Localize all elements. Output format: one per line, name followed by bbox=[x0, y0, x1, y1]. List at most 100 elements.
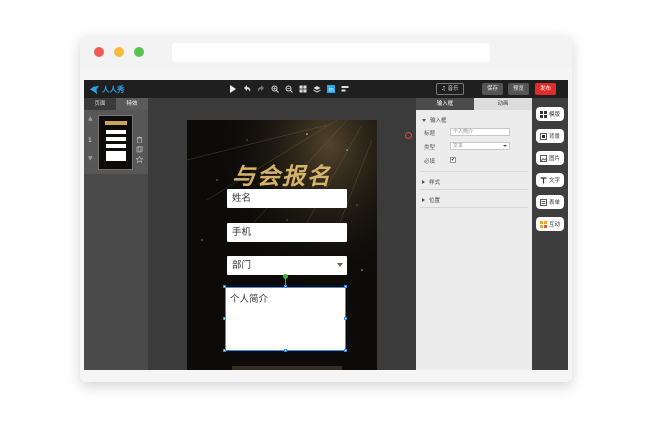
widget-text-label: 文字 bbox=[548, 178, 560, 184]
align-icon[interactable] bbox=[340, 84, 349, 94]
top-toolbar: 人人秀 in ♫ 音乐 保存 预览 发布 bbox=[84, 80, 568, 98]
resize-handle[interactable] bbox=[223, 285, 226, 288]
maximize-window-button[interactable] bbox=[134, 47, 144, 57]
move-down-icon[interactable]: ▼ bbox=[88, 156, 94, 162]
widget-form-label: 表单 bbox=[548, 200, 560, 206]
widget-image-button[interactable]: 图片 bbox=[536, 151, 564, 165]
intro-textarea[interactable]: 个人简介 bbox=[225, 287, 346, 351]
phone-field[interactable]: 手机 bbox=[227, 223, 347, 242]
minimize-window-button[interactable] bbox=[114, 47, 124, 57]
title-label: 标题 bbox=[424, 131, 436, 137]
undo-icon[interactable] bbox=[242, 84, 251, 94]
resize-handle[interactable] bbox=[344, 317, 347, 320]
template-icon bbox=[539, 110, 547, 118]
properties-panel: 输入框 动画 输入框 标题 个人简介 类型 文本 必填 ✔ 样式 位置 bbox=[416, 98, 532, 370]
page-item[interactable]: ▲ 1 ▼ bbox=[84, 110, 148, 174]
browser-window: 人人秀 in ♫ 音乐 保存 预览 发布 页面 特效 ▲ 1 ▼ 与会报名 姓名… bbox=[80, 36, 572, 382]
brand-icon[interactable]: in bbox=[326, 84, 335, 94]
form-icon bbox=[540, 198, 547, 206]
widget-background-button[interactable]: 背景 bbox=[536, 129, 564, 143]
logo-text: 人人秀 bbox=[102, 84, 125, 94]
poster-title[interactable]: 与会报名 bbox=[227, 157, 337, 191]
delete-page-icon[interactable] bbox=[136, 128, 143, 144]
zoom-out-icon[interactable] bbox=[284, 84, 293, 94]
close-window-button[interactable] bbox=[94, 47, 104, 57]
widget-interaction-label: 互动 bbox=[548, 222, 560, 228]
caret-right-icon bbox=[422, 198, 425, 202]
redo-icon[interactable] bbox=[256, 84, 265, 94]
required-label: 必填 bbox=[424, 159, 436, 165]
section-style-title: 样式 bbox=[429, 180, 441, 186]
poster-page[interactable]: 与会报名 姓名 手机 部门 个人简介 bbox=[187, 120, 377, 370]
rotate-handle[interactable] bbox=[283, 274, 288, 279]
section-input-header[interactable]: 输入框 bbox=[422, 116, 447, 124]
star-page-icon[interactable] bbox=[135, 148, 144, 164]
resize-handle[interactable] bbox=[223, 317, 226, 320]
interaction-icon bbox=[539, 220, 547, 228]
resize-handle[interactable] bbox=[223, 349, 226, 352]
department-select-label: 部门 bbox=[232, 260, 252, 271]
section-style-header[interactable]: 样式 bbox=[422, 178, 440, 186]
grid-icon[interactable] bbox=[298, 84, 307, 94]
pages-panel-tabs: 页面 特效 bbox=[84, 98, 148, 110]
divider bbox=[420, 171, 528, 172]
widget-template-label: 模版 bbox=[548, 112, 560, 118]
tab-pages[interactable]: 页面 bbox=[84, 98, 116, 110]
page-thumbnail[interactable] bbox=[98, 115, 133, 170]
thumbnail-field bbox=[106, 144, 126, 148]
tab-animation[interactable]: 动画 bbox=[474, 98, 532, 110]
canvas-area: 与会报名 姓名 手机 部门 个人简介 bbox=[148, 98, 416, 370]
name-field[interactable]: 姓名 bbox=[227, 189, 347, 208]
section-position-header[interactable]: 位置 bbox=[422, 196, 440, 204]
browser-titlebar bbox=[80, 36, 572, 68]
thumbnail-field bbox=[106, 130, 126, 134]
preview-button[interactable]: 预览 bbox=[508, 83, 529, 95]
text-icon bbox=[540, 176, 547, 184]
tab-effects[interactable]: 特效 bbox=[116, 98, 148, 110]
widget-template-button[interactable]: 模版 bbox=[536, 107, 564, 121]
thumbnail-field bbox=[106, 137, 126, 141]
editor-app: 人人秀 in ♫ 音乐 保存 预览 发布 页面 特效 ▲ 1 ▼ 与会报名 姓名… bbox=[84, 80, 568, 370]
thumbnail-title bbox=[105, 121, 127, 125]
move-up-icon[interactable]: ▲ bbox=[88, 116, 94, 122]
widget-image-label: 图片 bbox=[548, 156, 560, 162]
address-bar[interactable] bbox=[172, 43, 490, 62]
required-checkbox[interactable]: ✔ bbox=[450, 157, 456, 163]
chevron-down-icon bbox=[337, 263, 343, 267]
properties-tabs: 输入框 动画 bbox=[416, 98, 532, 110]
section-input-title: 输入框 bbox=[430, 118, 447, 124]
type-select-value: 文本 bbox=[453, 143, 464, 149]
background-icon bbox=[540, 132, 547, 140]
layers-icon[interactable] bbox=[312, 84, 321, 94]
zoom-in-icon[interactable] bbox=[270, 84, 279, 94]
save-button[interactable]: 保存 bbox=[482, 83, 503, 95]
widget-bar: 模版 背景 图片 文字 表单 互动 bbox=[532, 98, 568, 370]
caret-down-icon bbox=[422, 118, 426, 122]
image-icon bbox=[540, 154, 547, 162]
svg-text:in: in bbox=[328, 87, 334, 94]
alert-icon[interactable] bbox=[405, 132, 412, 139]
department-select[interactable]: 部门 bbox=[227, 256, 347, 275]
widget-text-button[interactable]: 文字 bbox=[536, 173, 564, 187]
type-select[interactable]: 文本 bbox=[450, 142, 510, 150]
logo: 人人秀 bbox=[89, 83, 125, 95]
title-input[interactable]: 个人简介 bbox=[450, 128, 510, 136]
intro-textarea-label: 个人简介 bbox=[230, 294, 269, 305]
section-position-title: 位置 bbox=[429, 198, 441, 204]
widget-form-button[interactable]: 表单 bbox=[536, 195, 564, 209]
widget-interaction-button[interactable]: 互动 bbox=[536, 217, 564, 231]
resize-handle[interactable] bbox=[344, 285, 347, 288]
canvas-tools: in bbox=[228, 84, 349, 94]
copy-page-icon[interactable] bbox=[136, 138, 143, 153]
music-button[interactable]: ♫ 音乐 bbox=[436, 83, 464, 95]
resize-handle[interactable] bbox=[284, 285, 287, 288]
caret-right-icon bbox=[422, 180, 425, 184]
play-icon[interactable] bbox=[228, 84, 237, 94]
tab-input[interactable]: 输入框 bbox=[416, 98, 474, 110]
resize-handle[interactable] bbox=[344, 349, 347, 352]
publish-button[interactable]: 发布 bbox=[535, 83, 556, 95]
page-actions bbox=[135, 128, 144, 164]
divider bbox=[420, 207, 528, 208]
divider bbox=[420, 189, 528, 190]
resize-handle[interactable] bbox=[284, 349, 287, 352]
